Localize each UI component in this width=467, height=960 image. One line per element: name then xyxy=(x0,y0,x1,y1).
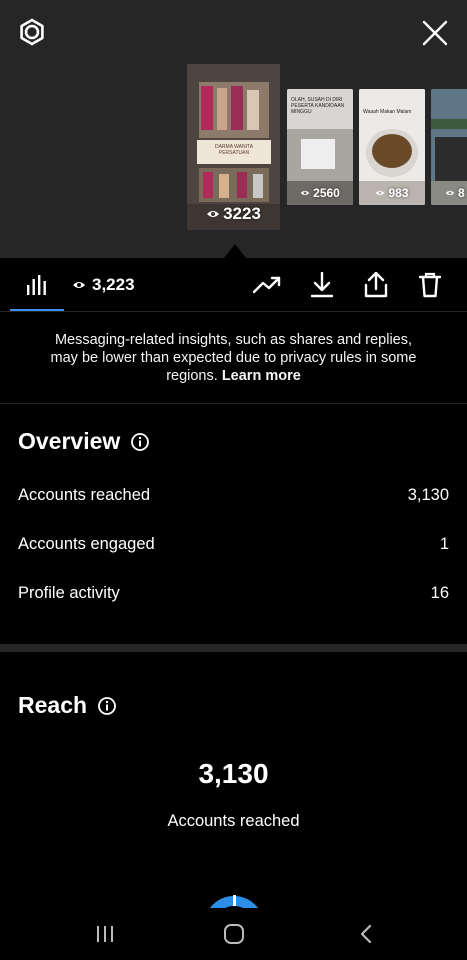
story-thumbnail[interactable]: Waaah Makan Malam 983 xyxy=(359,89,425,205)
stat-row-accounts-reached[interactable]: Accounts reached 3,130 xyxy=(18,486,449,505)
share-icon xyxy=(364,272,388,298)
close-icon xyxy=(422,20,448,46)
close-button[interactable] xyxy=(416,14,454,52)
story-view-count-value: 2560 xyxy=(313,186,340,200)
overview-title: Overview xyxy=(18,428,121,454)
stat-value: 16 xyxy=(430,584,449,602)
reach-title: Reach xyxy=(18,692,88,718)
system-nav-bar xyxy=(0,908,467,960)
stat-value: 3,130 xyxy=(407,486,449,504)
active-tab-indicator xyxy=(10,309,64,311)
stat-label: Accounts engaged xyxy=(18,535,155,553)
recent-apps-icon xyxy=(97,926,113,942)
story-view-count-value: 3223 xyxy=(223,204,261,223)
trending-up-icon xyxy=(253,276,281,294)
story-view-count-value: 8 xyxy=(458,186,465,200)
home-icon xyxy=(224,924,244,944)
tab-insights[interactable] xyxy=(10,258,64,312)
reach-number: 3,130 xyxy=(198,758,269,789)
story-thumbnail[interactable]: OLAH, SUSAH DI DIRI PESERTA KANDIDAAN MI… xyxy=(287,89,353,205)
info-icon[interactable] xyxy=(97,696,117,716)
info-icon[interactable] xyxy=(130,432,150,452)
home-button[interactable] xyxy=(214,918,254,950)
trash-icon xyxy=(419,272,441,298)
settings-icon xyxy=(20,18,44,46)
download-button[interactable] xyxy=(306,269,338,301)
stat-label: Accounts reached xyxy=(18,486,151,504)
section-divider xyxy=(0,644,467,652)
overview-section: Overview Accounts reached 3,130 Accounts… xyxy=(0,404,467,644)
stat-row-accounts-engaged[interactable]: Accounts engaged 1 xyxy=(18,535,449,554)
back-icon xyxy=(360,924,372,944)
story-thumbnail-caption: DARMA WANITA PERSATUAN xyxy=(214,144,254,156)
story-view-count: 3223 xyxy=(187,204,280,224)
reach-header: Reach xyxy=(18,692,117,719)
total-views: 3,223 xyxy=(72,258,135,312)
stat-row-profile-activity[interactable]: Profile activity 16 xyxy=(18,584,449,603)
stat-value: 1 xyxy=(439,535,449,553)
settings-button[interactable] xyxy=(14,14,50,50)
eye-icon xyxy=(73,282,85,288)
share-button[interactable] xyxy=(360,269,392,301)
delete-button[interactable] xyxy=(414,269,446,301)
eye-icon xyxy=(445,190,455,196)
story-view-count: 8 xyxy=(431,186,467,200)
bar-chart-icon xyxy=(27,275,46,295)
promote-button[interactable] xyxy=(251,269,283,301)
story-thumbnail-active[interactable]: DARMA WANITA PERSATUAN 3223 xyxy=(187,64,280,230)
privacy-notice: Messaging-related insights, such as shar… xyxy=(0,312,467,404)
eye-icon xyxy=(376,190,385,196)
story-view-count-value: 983 xyxy=(388,186,409,200)
total-views-value: 3,223 xyxy=(92,275,135,294)
download-icon xyxy=(311,272,333,298)
donut-tick xyxy=(233,895,236,906)
story-toolbar: 3,223 xyxy=(0,258,467,312)
reach-caption: Accounts reached xyxy=(167,812,300,830)
privacy-notice-text: Messaging-related insights, such as shar… xyxy=(40,331,427,385)
learn-more-link[interactable]: Learn more xyxy=(222,368,301,384)
reach-section: Reach 3,130 Accounts reached xyxy=(0,652,467,908)
eye-icon xyxy=(207,211,220,217)
eye-icon xyxy=(300,190,310,196)
selected-story-pointer xyxy=(224,244,246,258)
story-thumbnail[interactable]: 8 xyxy=(431,89,467,205)
overview-header: Overview xyxy=(18,428,150,455)
back-button[interactable] xyxy=(346,918,386,950)
story-thumbnail-caption: Waaah Makan Malam xyxy=(363,109,412,115)
stat-label: Profile activity xyxy=(18,584,120,602)
story-preview-area: DARMA WANITA PERSATUAN 3223 OLAH, SUSAH … xyxy=(0,0,467,258)
story-thumbnail-caption: OLAH, SUSAH DI DIRI PESERTA KANDIDAAN MI… xyxy=(291,97,345,115)
recent-apps-button[interactable] xyxy=(85,918,125,950)
story-view-count: 2560 xyxy=(287,186,353,200)
story-view-count: 983 xyxy=(359,186,425,200)
